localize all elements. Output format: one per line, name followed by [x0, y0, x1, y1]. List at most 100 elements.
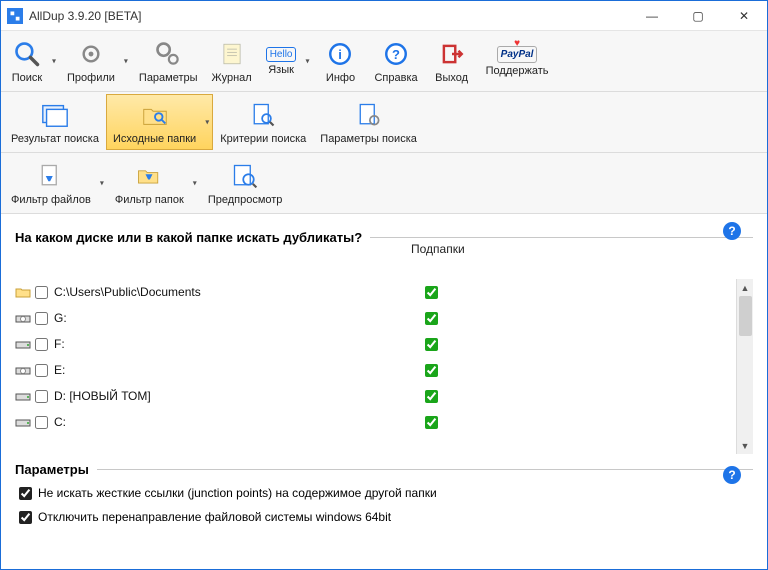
drive-row: F: [15, 331, 753, 357]
exit-button[interactable]: Выход [425, 33, 479, 89]
subfolder-checkbox[interactable] [425, 364, 438, 377]
preview-button[interactable]: Предпросмотр [201, 155, 290, 211]
drive-hdd-icon [15, 388, 31, 404]
search-params-label: Параметры поиска [320, 133, 417, 145]
window-controls: — ▢ ✕ [629, 1, 767, 30]
info-button[interactable]: i Инфо [313, 33, 367, 89]
chevron-down-icon[interactable]: ▾ [305, 57, 309, 66]
scroll-up-icon[interactable]: ▲ [737, 279, 753, 296]
minimize-button[interactable]: — [629, 1, 675, 31]
profiles-label: Профили [67, 72, 115, 84]
log-button[interactable]: Журнал [205, 33, 259, 89]
donate-button[interactable]: PayPal ♥ Поддержать [479, 33, 556, 89]
help-badge-icon[interactable]: ? [723, 466, 741, 484]
param-junction-label: Не искать жесткие ссылки (junction point… [38, 486, 437, 500]
info-icon: i [324, 38, 356, 70]
profiles-button[interactable]: Профили ▾ [60, 33, 132, 89]
drive-select-checkbox[interactable] [35, 338, 48, 351]
scroll-track[interactable] [737, 296, 753, 437]
chevron-down-icon[interactable]: ▾ [205, 118, 209, 127]
chevron-down-icon[interactable]: ▾ [100, 179, 104, 188]
folder-filter-button[interactable]: Фильтр папок ▾ [108, 155, 201, 211]
param-row-junction: Не искать жесткие ссылки (junction point… [15, 481, 753, 505]
paypal-icon: PayPal ♥ [497, 46, 538, 63]
drive-label: E: [54, 363, 65, 377]
param-junction-checkbox[interactable] [19, 487, 32, 500]
panel-question: На каком диске или в какой папке искать … [15, 230, 362, 245]
drive-label: D: [НОВЫЙ ТОМ] [54, 389, 151, 403]
gears-icon [152, 38, 184, 70]
toolbar-filters: Фильтр файлов ▾ Фильтр папок ▾ Предпросм… [1, 153, 767, 214]
subfolder-checkbox[interactable] [425, 286, 438, 299]
app-icon [7, 8, 23, 24]
help-badge-icon[interactable]: ? [723, 222, 741, 240]
search-button[interactable]: Поиск ▾ [4, 33, 60, 89]
folder-icon [15, 284, 31, 300]
toolbar-views: Результат поиска Исходные папки ▾ Критер… [1, 92, 767, 153]
scrollbar[interactable]: ▲ ▼ [736, 279, 753, 454]
drive-select-checkbox[interactable] [35, 312, 48, 325]
drive-select-checkbox[interactable] [35, 416, 48, 429]
drive-hdd-icon [15, 414, 31, 430]
help-icon: ? [380, 38, 412, 70]
drive-select-checkbox[interactable] [35, 286, 48, 299]
subfolder-checkbox[interactable] [425, 416, 438, 429]
drive-select-checkbox[interactable] [35, 364, 48, 377]
close-button[interactable]: ✕ [721, 1, 767, 31]
source-folders-panel: На каком диске или в какой папке искать … [1, 214, 767, 529]
chevron-down-icon[interactable]: ▾ [52, 57, 56, 66]
magnifier-icon [11, 38, 43, 70]
maximize-button[interactable]: ▢ [675, 1, 721, 31]
results-button[interactable]: Результат поиска [4, 94, 106, 150]
svg-text:i: i [339, 47, 343, 62]
journal-icon [216, 38, 248, 70]
drive-cd-icon [15, 310, 31, 326]
window-title: AllDup 3.9.20 [BETA] [29, 9, 629, 23]
drive-row: D: [НОВЫЙ ТОМ] [15, 383, 753, 409]
drive-label: C: [54, 415, 66, 429]
source-folders-button[interactable]: Исходные папки ▾ [106, 94, 213, 150]
help-button[interactable]: ? Справка [367, 33, 424, 89]
criteria-label: Критерии поиска [220, 133, 306, 145]
params-section: Параметры ? Не искать жесткие ссылки (ju… [15, 462, 753, 529]
folder-filter-icon [133, 160, 165, 192]
drive-label: G: [54, 311, 67, 325]
hello-icon: Hello [266, 47, 297, 62]
gear-single-icon [75, 38, 107, 70]
preview-icon [229, 160, 261, 192]
log-label: Журнал [212, 72, 252, 84]
params-title: Параметры [15, 462, 89, 477]
subfolder-checkbox[interactable] [425, 390, 438, 403]
results-icon [39, 99, 71, 131]
paypal-text: PayPal [501, 49, 534, 60]
info-label: Инфо [326, 72, 355, 84]
folder-filter-label: Фильтр папок [115, 194, 184, 206]
folder-search-icon [139, 99, 171, 131]
param-64bit-checkbox[interactable] [19, 511, 32, 524]
search-label: Поиск [12, 72, 42, 84]
drive-label: F: [54, 337, 65, 351]
subfolder-checkbox[interactable] [425, 312, 438, 325]
scroll-down-icon[interactable]: ▼ [737, 437, 753, 454]
criteria-button[interactable]: Критерии поиска [213, 94, 313, 150]
search-params-button[interactable]: Параметры поиска [313, 94, 424, 150]
drive-label: C:\Users\Public\Documents [54, 285, 201, 299]
chevron-down-icon[interactable]: ▾ [124, 57, 128, 66]
svg-text:?: ? [392, 47, 400, 62]
exit-icon [436, 38, 468, 70]
param-64bit-label: Отключить перенаправление файловой систе… [38, 510, 391, 524]
drive-select-checkbox[interactable] [35, 390, 48, 403]
param-row-64bit: Отключить перенаправление файловой систе… [15, 505, 753, 529]
donate-label: Поддержать [486, 65, 549, 77]
language-label: Язык [268, 64, 294, 76]
drive-list: C:\Users\Public\Documents G: F: E: D: [НОВЫЙ… [15, 279, 753, 454]
subfolder-checkbox[interactable] [425, 338, 438, 351]
doc-search-icon [247, 99, 279, 131]
settings-button[interactable]: Параметры [132, 33, 205, 89]
file-filter-button[interactable]: Фильтр файлов ▾ [4, 155, 108, 211]
language-button[interactable]: Hello Язык ▾ [259, 33, 314, 89]
params-title-row: Параметры [15, 462, 753, 477]
scroll-thumb[interactable] [739, 296, 752, 336]
results-label: Результат поиска [11, 133, 99, 145]
chevron-down-icon[interactable]: ▾ [193, 179, 197, 188]
